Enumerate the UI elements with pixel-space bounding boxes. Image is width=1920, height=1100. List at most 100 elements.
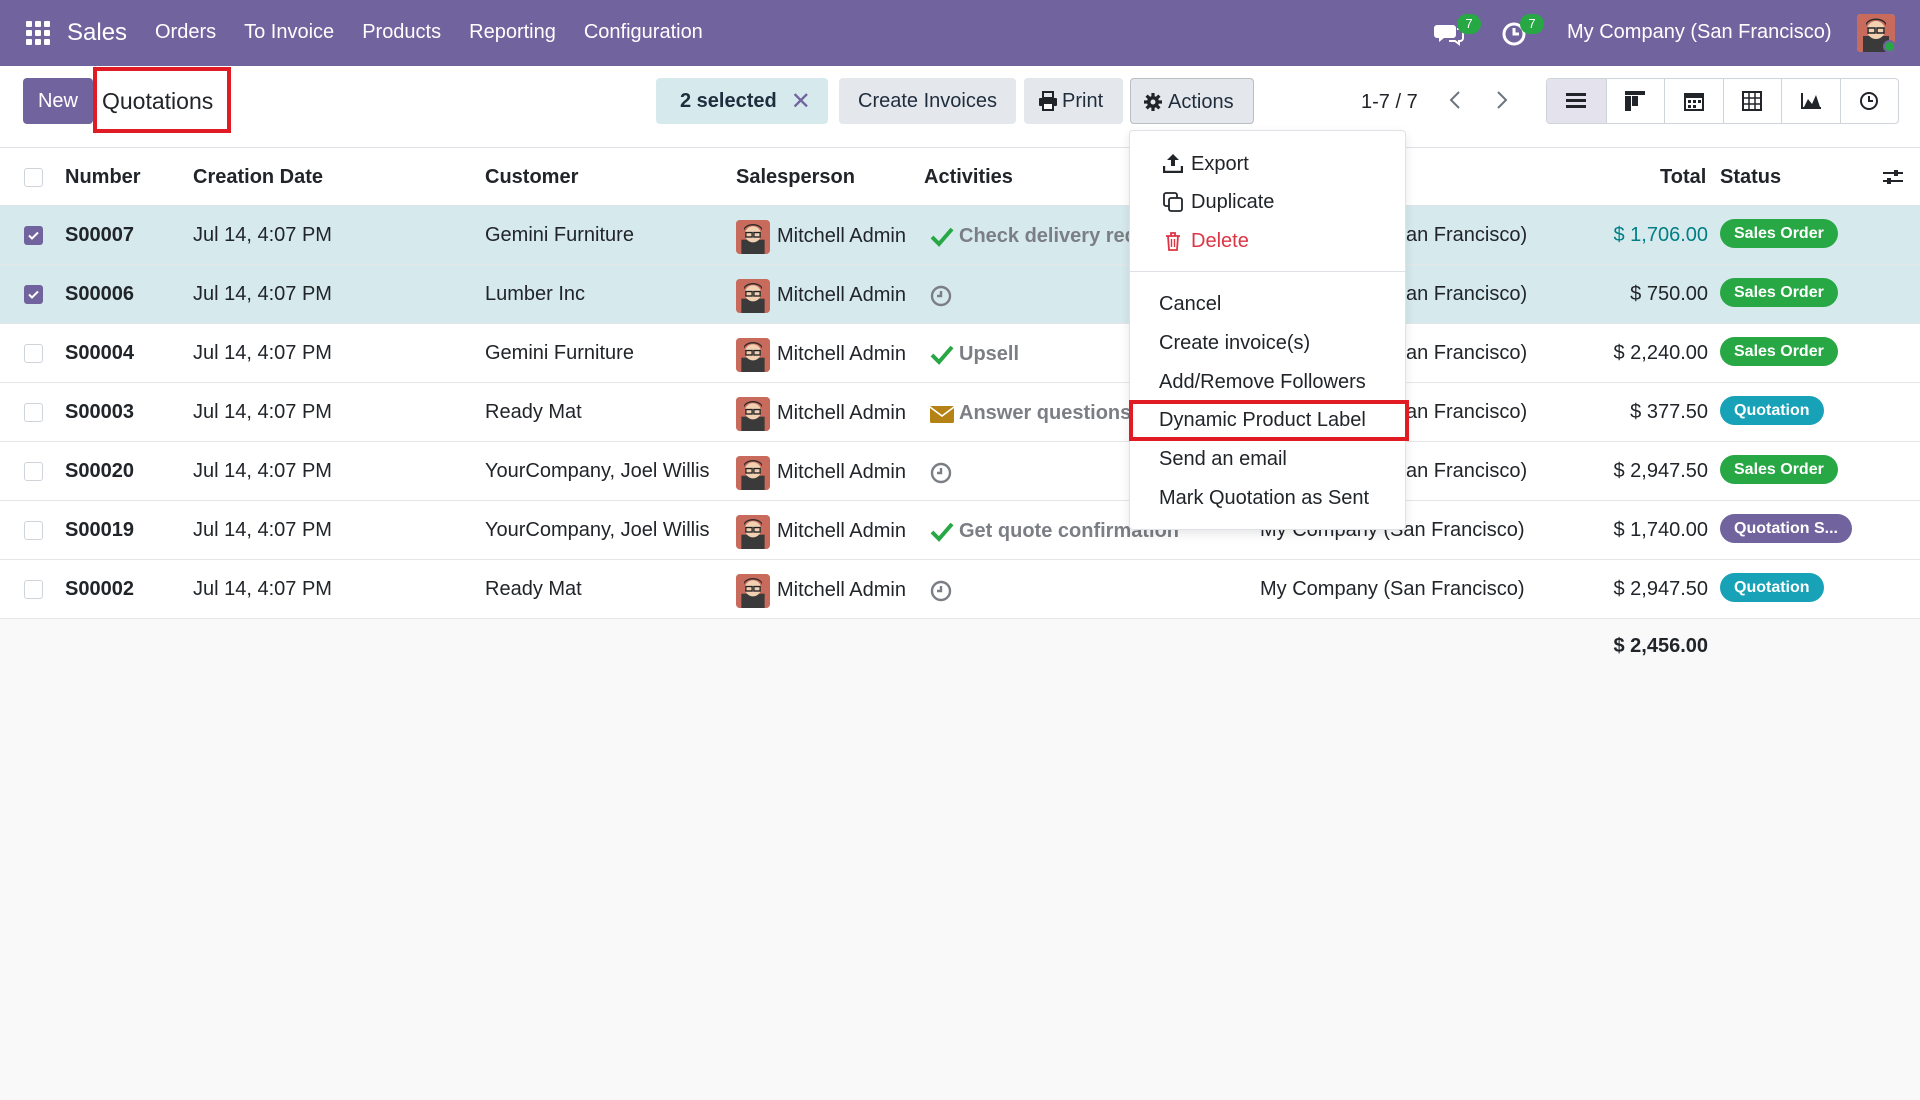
column-status[interactable]: Status bbox=[1720, 166, 1781, 189]
table-row[interactable]: S00007 Jul 14, 4:07 PM Gemini Furniture … bbox=[0, 206, 1920, 265]
order-total: $ 750.00 bbox=[1630, 283, 1708, 305]
send-email-item[interactable]: Send an email bbox=[1159, 448, 1287, 471]
salesperson-name: Mitchell Admin bbox=[777, 402, 906, 424]
row-checkbox[interactable] bbox=[24, 285, 43, 304]
customer-name: Ready Mat bbox=[485, 578, 582, 600]
export-icon bbox=[1163, 153, 1183, 173]
salesperson-avatar bbox=[736, 397, 770, 431]
table-row[interactable]: S00019 Jul 14, 4:07 PM YourCompany, Joel… bbox=[0, 501, 1920, 560]
user-avatar[interactable] bbox=[1857, 14, 1895, 52]
creation-date: Jul 14, 4:07 PM bbox=[193, 578, 332, 600]
column-creation-date[interactable]: Creation Date bbox=[193, 166, 323, 189]
column-activities[interactable]: Activities bbox=[924, 166, 1013, 189]
table-body: S00007 Jul 14, 4:07 PM Gemini Furniture … bbox=[0, 206, 1920, 619]
optional-columns-icon[interactable] bbox=[1882, 168, 1904, 186]
actions-button[interactable]: Actions bbox=[1130, 78, 1254, 124]
company-name: an Francisco) bbox=[1406, 342, 1528, 364]
online-status-icon bbox=[1883, 40, 1895, 52]
salesperson-avatar bbox=[736, 279, 770, 313]
salesperson-avatar bbox=[736, 515, 770, 549]
activity-clock-icon[interactable] bbox=[930, 285, 954, 307]
mark-quotation-sent-item[interactable]: Mark Quotation as Sent bbox=[1159, 487, 1369, 510]
pager-previous-icon[interactable] bbox=[1444, 86, 1468, 114]
customer-name: Gemini Furniture bbox=[485, 342, 634, 364]
order-total: $ 2,240.00 bbox=[1613, 342, 1708, 364]
salesperson-name: Mitchell Admin bbox=[777, 343, 906, 365]
print-icon bbox=[1038, 91, 1058, 111]
column-number[interactable]: Number bbox=[65, 166, 141, 189]
pager-value[interactable]: 1-7 / 7 bbox=[1361, 91, 1418, 114]
customer-name: YourCompany, Joel Willis bbox=[485, 460, 710, 482]
calendar-view-icon[interactable] bbox=[1664, 79, 1723, 123]
activities-badge: 7 bbox=[1520, 14, 1544, 34]
create-invoices-item[interactable]: Create invoice(s) bbox=[1159, 332, 1310, 355]
order-number: S00006 bbox=[65, 283, 134, 305]
print-button[interactable]: Print bbox=[1024, 78, 1123, 124]
list-view-icon[interactable] bbox=[1547, 79, 1606, 123]
menu-products[interactable]: Products bbox=[362, 21, 441, 44]
activity-clock-icon[interactable] bbox=[930, 462, 954, 484]
menu-reporting[interactable]: Reporting bbox=[469, 21, 556, 44]
menu-configuration[interactable]: Configuration bbox=[584, 21, 703, 44]
activity-envelope-icon[interactable] bbox=[930, 403, 954, 425]
pager-next-icon[interactable] bbox=[1489, 86, 1513, 114]
kanban-view-icon[interactable] bbox=[1605, 79, 1665, 123]
menu-to-invoice[interactable]: To Invoice bbox=[244, 21, 334, 44]
salesperson-name: Mitchell Admin bbox=[777, 520, 906, 542]
creation-date: Jul 14, 4:07 PM bbox=[193, 342, 332, 364]
row-checkbox[interactable] bbox=[24, 580, 43, 599]
activity-check-icon[interactable] bbox=[930, 226, 954, 248]
page-title: Quotations bbox=[102, 88, 214, 114]
table-row[interactable]: S00020 Jul 14, 4:07 PM YourCompany, Joel… bbox=[0, 442, 1920, 501]
apps-menu-icon[interactable] bbox=[26, 21, 50, 45]
column-salesperson[interactable]: Salesperson bbox=[736, 166, 855, 189]
trash-icon bbox=[1163, 231, 1183, 251]
duplicate-item[interactable]: Duplicate bbox=[1191, 191, 1274, 214]
new-button[interactable]: New bbox=[23, 78, 93, 124]
create-invoices-button[interactable]: Create Invoices bbox=[839, 78, 1016, 124]
activity-check-icon[interactable] bbox=[930, 521, 954, 543]
order-number: S00020 bbox=[65, 460, 134, 482]
status-badge: Sales Order bbox=[1720, 219, 1838, 248]
order-number: S00004 bbox=[65, 342, 134, 364]
cancel-item[interactable]: Cancel bbox=[1159, 293, 1221, 316]
clear-selection-icon[interactable]: ✕ bbox=[791, 88, 811, 115]
salesperson-name: Mitchell Admin bbox=[777, 284, 906, 306]
row-checkbox[interactable] bbox=[24, 462, 43, 481]
graph-view-icon[interactable] bbox=[1781, 79, 1840, 123]
column-customer[interactable]: Customer bbox=[485, 166, 578, 189]
row-checkbox[interactable] bbox=[24, 521, 43, 540]
delete-item[interactable]: Delete bbox=[1191, 230, 1249, 253]
order-number: S00019 bbox=[65, 519, 134, 541]
app-brand[interactable]: Sales bbox=[67, 19, 127, 47]
status-badge: Sales Order bbox=[1720, 278, 1838, 307]
creation-date: Jul 14, 4:07 PM bbox=[193, 401, 332, 423]
table-row[interactable]: S00004 Jul 14, 4:07 PM Gemini Furniture … bbox=[0, 324, 1920, 383]
row-checkbox[interactable] bbox=[24, 403, 43, 422]
duplicate-icon bbox=[1163, 192, 1183, 212]
creation-date: Jul 14, 4:07 PM bbox=[193, 283, 332, 305]
row-checkbox[interactable] bbox=[24, 226, 43, 245]
creation-date: Jul 14, 4:07 PM bbox=[193, 519, 332, 541]
activity-summary: Upsell bbox=[959, 343, 1020, 365]
menu-item-highlight-box bbox=[1129, 400, 1409, 441]
pivot-view-icon[interactable] bbox=[1722, 79, 1782, 123]
salesperson-avatar bbox=[736, 338, 770, 372]
activity-clock-icon[interactable] bbox=[930, 580, 954, 602]
company-name: My Company (San Francisco) bbox=[1260, 578, 1525, 600]
company-switcher[interactable]: My Company (San Francisco) bbox=[1567, 21, 1832, 44]
activity-check-icon[interactable] bbox=[930, 344, 954, 366]
select-all-checkbox[interactable] bbox=[24, 168, 43, 187]
table-row[interactable]: S00002 Jul 14, 4:07 PM Ready Mat Mitchel… bbox=[0, 560, 1920, 619]
activity-summary: Answer questions bbox=[959, 402, 1132, 424]
column-total[interactable]: Total bbox=[1660, 166, 1706, 189]
table-row[interactable]: S00006 Jul 14, 4:07 PM Lumber Inc Mitche… bbox=[0, 265, 1920, 324]
add-remove-followers-item[interactable]: Add/Remove Followers bbox=[1159, 371, 1366, 394]
selection-indicator: 2 selected ✕ bbox=[656, 78, 828, 124]
table-row[interactable]: S00003 Jul 14, 4:07 PM Ready Mat Mitchel… bbox=[0, 383, 1920, 442]
row-checkbox[interactable] bbox=[24, 344, 43, 363]
export-item[interactable]: Export bbox=[1191, 153, 1249, 176]
company-name: an Francisco) bbox=[1406, 283, 1528, 305]
menu-orders[interactable]: Orders bbox=[155, 21, 216, 44]
activity-view-icon[interactable] bbox=[1839, 79, 1899, 123]
